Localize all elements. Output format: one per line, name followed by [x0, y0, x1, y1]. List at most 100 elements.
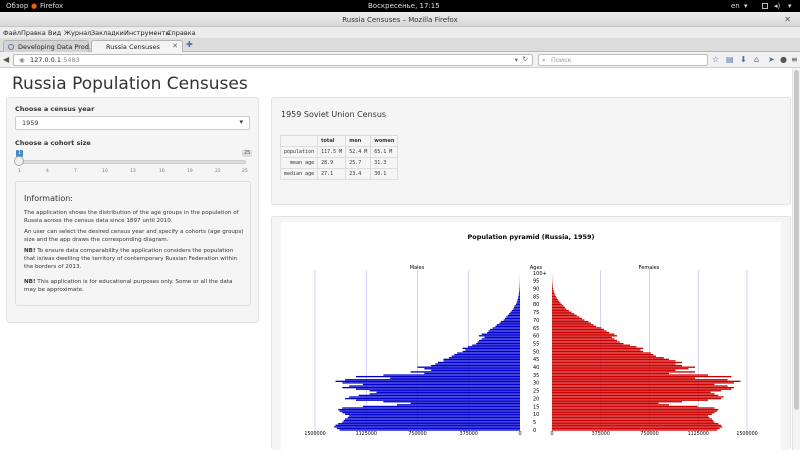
download-icon[interactable]: ⬇ — [740, 55, 747, 65]
female-bar — [552, 326, 596, 327]
female-bar — [552, 348, 643, 349]
table-cell: 23.4 — [346, 169, 371, 180]
dropdown-arrow-icon[interactable]: ▾ — [515, 56, 518, 64]
menu-history[interactable]: Журнал — [64, 29, 91, 37]
keyboard-layout-indicator[interactable]: en — [731, 2, 740, 10]
male-bar — [449, 357, 520, 358]
female-bar — [552, 407, 715, 408]
female-bar — [552, 395, 718, 396]
menu-bar: Файл Правка Вид Журнал Закладки Инструме… — [0, 27, 800, 38]
reading-list-icon[interactable]: ▤ — [726, 55, 734, 65]
menu-bookmarks[interactable]: Закладки — [91, 29, 124, 37]
male-bar — [342, 382, 520, 383]
male-bar — [482, 334, 520, 335]
menu-tools[interactable]: Инструменты — [124, 29, 171, 37]
menu-edit[interactable]: Правка — [21, 29, 46, 37]
male-bar — [505, 318, 520, 319]
female-bar — [552, 332, 609, 333]
female-bar — [552, 324, 594, 325]
female-bar — [552, 420, 713, 421]
account-icon[interactable]: ● — [780, 55, 787, 65]
age-tick-label: 60 — [533, 334, 539, 340]
male-bar — [463, 348, 520, 349]
slider-max-badge: 25 — [242, 150, 252, 157]
male-bar — [479, 340, 520, 341]
row-header: mean age — [281, 158, 318, 169]
tab-russia-censuses[interactable]: Russia Censuses ✕ — [91, 40, 183, 52]
female-bar — [552, 330, 607, 331]
female-bar — [552, 315, 577, 316]
table-cell: 31.3 — [371, 158, 398, 169]
male-bar — [363, 406, 520, 407]
info-paragraph-4: NB! This application is for educational … — [24, 278, 244, 294]
new-tab-icon[interactable]: ✚ — [186, 40, 193, 49]
female-bar — [552, 296, 556, 297]
female-bar — [552, 286, 553, 287]
search-input[interactable]: ⌕ Поиск — [538, 54, 708, 66]
male-bar — [411, 371, 520, 372]
male-bar — [478, 341, 520, 342]
tab-label: Russia Censuses — [106, 43, 160, 51]
clock[interactable]: Воскресенье, 17:15 — [368, 2, 440, 10]
male-bar — [518, 296, 520, 297]
cohort-slider-track[interactable] — [18, 160, 246, 164]
tab-developing-data-products[interactable]: Developing Data Prod... — [3, 40, 89, 52]
close-icon[interactable]: ✕ — [784, 15, 791, 24]
table-cell: 25.7 — [346, 158, 371, 169]
male-bar — [390, 378, 520, 379]
app-menu-button[interactable]: Firefox — [40, 2, 63, 10]
nb-label: NB! — [24, 248, 36, 254]
male-bar — [431, 370, 520, 371]
male-bar — [484, 337, 520, 338]
female-bar — [552, 398, 721, 399]
female-bar — [552, 389, 731, 390]
table-cell: 28.9 — [318, 158, 346, 169]
female-bar — [552, 374, 708, 375]
female-bar — [552, 415, 708, 416]
menu-view[interactable]: Вид — [48, 29, 61, 37]
menu-icon[interactable]: ≡ — [791, 55, 798, 65]
star-icon[interactable]: ☆ — [712, 55, 719, 65]
power-icon[interactable]: ▾ — [788, 2, 792, 10]
info-paragraph-3: NB! To ensure data comparability the app… — [24, 247, 244, 271]
share-icon[interactable]: ➤ — [768, 55, 775, 65]
male-bar — [338, 423, 520, 424]
female-bar — [552, 390, 721, 391]
female-bar — [552, 312, 572, 313]
close-tab-icon[interactable]: ✕ — [172, 42, 178, 50]
female-bar — [552, 341, 620, 342]
slider-tick-label: 13 — [130, 169, 136, 174]
scrollbar-thumb[interactable] — [794, 70, 799, 410]
male-bar — [363, 384, 520, 385]
female-bar — [552, 417, 709, 418]
tab-favicon-icon — [8, 44, 14, 50]
slider-tick-label: 4 — [46, 169, 49, 174]
column-header: total — [318, 136, 346, 147]
age-tick-label: 20 — [533, 396, 539, 402]
male-bar — [342, 407, 520, 408]
search-placeholder: Поиск — [551, 56, 572, 64]
female-bar — [552, 426, 722, 427]
menu-file[interactable]: Файл — [3, 29, 21, 37]
network-icon[interactable] — [762, 3, 768, 9]
census-year-select[interactable]: 1959 ▾ — [15, 116, 250, 130]
reload-icon[interactable]: ↻ — [523, 55, 528, 63]
activities-button[interactable]: Обзор — [6, 2, 28, 10]
site-info-icon[interactable]: ◉ — [19, 56, 25, 64]
cohort-slider-handle[interactable] — [14, 156, 24, 166]
female-bar — [552, 351, 643, 352]
menu-help[interactable]: Справка — [167, 29, 196, 37]
home-icon[interactable]: ⌂ — [754, 55, 759, 65]
url-bar[interactable]: ◉ 127.0.0.1:5483 ▾ ↻ — [13, 54, 533, 66]
male-bar — [424, 368, 520, 369]
female-bar — [552, 401, 682, 402]
male-bar — [512, 310, 520, 311]
back-icon[interactable]: ◀ — [3, 55, 9, 65]
female-bar — [552, 357, 664, 358]
table-row: mean age 28.9 25.7 31.3 — [281, 158, 398, 169]
male-bar — [457, 352, 520, 353]
volume-icon[interactable]: ◂) — [774, 2, 780, 10]
male-bar — [519, 291, 520, 292]
female-bar — [552, 381, 741, 382]
column-header: men — [346, 136, 371, 147]
